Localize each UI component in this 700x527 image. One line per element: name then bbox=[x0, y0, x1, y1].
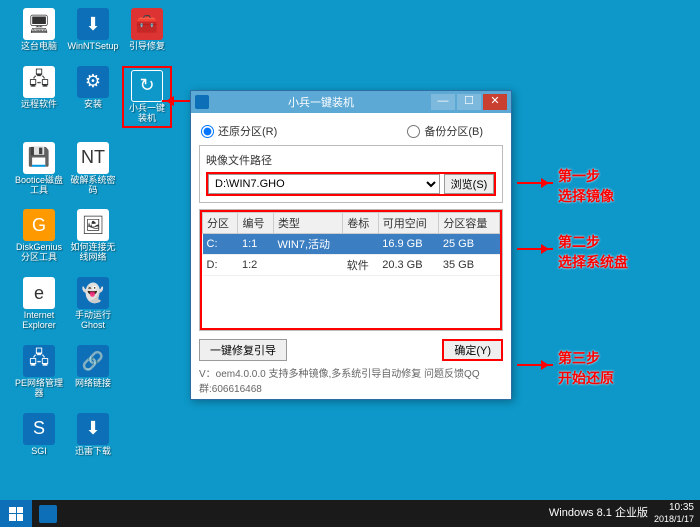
desktop: 🖥这台电脑⬇WinNTSetup🧰引导修复🖧远程软件⚙安装↻小兵一键装机💾Boo… bbox=[0, 0, 700, 500]
icon-label: 破解系统密码 bbox=[68, 176, 118, 196]
app-icon: 🖧 bbox=[23, 345, 55, 377]
column-header[interactable]: 分区 bbox=[203, 213, 238, 234]
column-header[interactable]: 可用空间 bbox=[378, 213, 439, 234]
step2-annotation: 第二步选择系统盘 bbox=[558, 232, 628, 272]
mode-radios: 还原分区(R) 备份分区(B) bbox=[199, 121, 503, 145]
desktop-icon[interactable]: 🧰 引导修复 bbox=[122, 8, 172, 52]
desktop-icon[interactable]: 🔗 网络链接 bbox=[68, 345, 118, 399]
desktop-icon[interactable]: 🖼如何连接无线网络 bbox=[68, 209, 118, 263]
icon-label: 这台电脑 bbox=[21, 42, 57, 52]
desktop-icon[interactable]: eInternet Explorer bbox=[14, 277, 64, 331]
partition-group: 分区编号类型卷标可用空间分区容量 C:1:1WIN7,活动16.9 GB25 G… bbox=[199, 209, 503, 331]
app-icon: NT bbox=[77, 142, 109, 174]
icon-label: Internet Explorer bbox=[14, 311, 64, 331]
taskbar: Windows 8.1 企业版 10:35 2018/1/17 bbox=[0, 500, 700, 527]
clock[interactable]: 10:35 2018/1/17 bbox=[654, 502, 700, 525]
app-icon: ↻ bbox=[131, 70, 163, 102]
app-icon: 🔗 bbox=[77, 345, 109, 377]
column-header[interactable]: 类型 bbox=[273, 213, 342, 234]
app-icon bbox=[195, 95, 209, 109]
icon-label: 安装 bbox=[84, 100, 102, 110]
browse-button[interactable]: 浏览(S) bbox=[444, 174, 494, 194]
step1-annotation: 第一步选择镜像 bbox=[558, 166, 614, 206]
app-icon: ⬇ bbox=[77, 413, 109, 445]
button-row: 一键修复引导 确定(Y) bbox=[199, 339, 503, 361]
app-icon: 🧰 bbox=[131, 8, 163, 40]
app-icon: 👻 bbox=[77, 277, 109, 309]
image-path-group: 映像文件路径 D:\WIN7.GHO 浏览(S) bbox=[199, 145, 503, 203]
desktop-icon[interactable]: ⚙ 安装 bbox=[68, 66, 118, 128]
app-icon: S bbox=[23, 413, 55, 445]
annotation-arrow bbox=[517, 364, 553, 366]
ok-button[interactable]: 确定(Y) bbox=[442, 339, 503, 361]
icon-label: 引导修复 bbox=[129, 42, 165, 52]
desktop-icon[interactable]: S SGI bbox=[14, 413, 64, 457]
backup-radio[interactable]: 备份分区(B) bbox=[407, 123, 483, 139]
column-header[interactable]: 编号 bbox=[238, 213, 273, 234]
app-icon: 🖥 bbox=[23, 8, 55, 40]
icon-label: 小兵一键装机 bbox=[126, 104, 168, 124]
desktop-icon[interactable]: 🖧PE网络管理器 bbox=[14, 345, 64, 399]
restore-radio[interactable]: 还原分区(R) bbox=[201, 123, 277, 139]
repair-boot-button[interactable]: 一键修复引导 bbox=[199, 339, 287, 361]
desktop-icon[interactable]: GDiskGenius分区工具 bbox=[14, 209, 64, 263]
annotation-arrow bbox=[517, 248, 553, 250]
partition-row[interactable]: C:1:1WIN7,活动16.9 GB25 GB bbox=[203, 234, 500, 255]
desktop-icon-grid: 🖥 这台电脑 ⬇ WinNTSetup 🧰 引导修复 🖧 远程软件 ⚙ 安装 ↻小兵一键装机 💾Boo… bbox=[14, 8, 172, 457]
start-button[interactable] bbox=[0, 500, 32, 527]
minimize-button[interactable]: — bbox=[431, 94, 455, 110]
app-icon: 🖧 bbox=[23, 66, 55, 98]
desktop-icon[interactable]: NT破解系统密码 bbox=[68, 142, 118, 196]
window-title: 小兵一键装机 bbox=[213, 94, 429, 110]
installer-window: 小兵一键装机 — ☐ ✕ 还原分区(R) 备份分区(B) 映像文件路径 D:\W… bbox=[190, 90, 512, 400]
app-icon: ⬇ bbox=[77, 8, 109, 40]
icon-label: PE网络管理器 bbox=[14, 379, 64, 399]
partition-row[interactable]: D:1:2软件20.3 GB35 GB bbox=[203, 255, 500, 276]
app-icon: e bbox=[23, 277, 55, 309]
annotation-arrow bbox=[162, 100, 192, 102]
app-icon: 🖼 bbox=[77, 209, 109, 241]
taskbar-app-button[interactable] bbox=[32, 500, 64, 527]
icon-label: WinNTSetup bbox=[67, 42, 118, 52]
icon-label: 如何连接无线网络 bbox=[68, 243, 118, 263]
partition-table: 分区编号类型卷标可用空间分区容量 C:1:1WIN7,活动16.9 GB25 G… bbox=[202, 212, 500, 276]
desktop-icon[interactable]: ⬇ WinNTSetup bbox=[68, 8, 118, 52]
app-icon: G bbox=[23, 209, 55, 241]
icon-label: 迅雷下载 bbox=[75, 447, 111, 457]
icon-label: DiskGenius分区工具 bbox=[14, 243, 64, 263]
window-body: 还原分区(R) 备份分区(B) 映像文件路径 D:\WIN7.GHO 浏览(S)… bbox=[191, 113, 511, 403]
column-header[interactable]: 卷标 bbox=[343, 213, 378, 234]
desktop-icon[interactable]: 🖥 这台电脑 bbox=[14, 8, 64, 52]
system-tray[interactable]: Windows 8.1 企业版 bbox=[549, 507, 654, 520]
window-footer: V：oem4.0.0.0 支持多种镜像,多系统引导自动修复 问题反馈QQ群:60… bbox=[199, 365, 503, 395]
icon-label: Bootice磁盘工具 bbox=[14, 176, 64, 196]
path-label: 映像文件路径 bbox=[206, 152, 496, 168]
icon-label: 手动运行Ghost bbox=[68, 311, 118, 331]
desktop-icon[interactable]: 👻手动运行Ghost bbox=[68, 277, 118, 331]
icon-label: SGI bbox=[31, 447, 47, 457]
close-button[interactable]: ✕ bbox=[483, 94, 507, 110]
icon-label: 远程软件 bbox=[21, 100, 57, 110]
desktop-icon[interactable]: 🖧 远程软件 bbox=[14, 66, 64, 128]
step3-annotation: 第三步开始还原 bbox=[558, 348, 614, 388]
titlebar[interactable]: 小兵一键装机 — ☐ ✕ bbox=[191, 91, 511, 113]
desktop-icon[interactable]: 💾Bootice磁盘工具 bbox=[14, 142, 64, 196]
icon-label: 网络链接 bbox=[75, 379, 111, 389]
column-header[interactable]: 分区容量 bbox=[439, 213, 500, 234]
image-path-select[interactable]: D:\WIN7.GHO bbox=[208, 174, 440, 194]
annotation-arrow bbox=[517, 182, 553, 184]
app-icon: 💾 bbox=[23, 142, 55, 174]
desktop-icon[interactable]: ⬇ 迅雷下载 bbox=[68, 413, 118, 457]
maximize-button[interactable]: ☐ bbox=[457, 94, 481, 110]
app-icon: ⚙ bbox=[77, 66, 109, 98]
